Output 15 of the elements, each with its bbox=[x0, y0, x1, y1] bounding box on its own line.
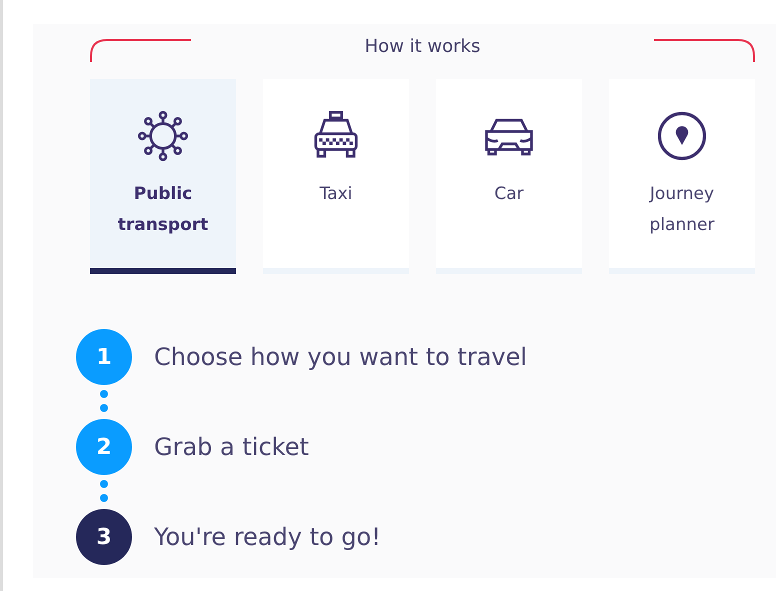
step-text: Grab a ticket bbox=[154, 433, 309, 461]
step-text: Choose how you want to travel bbox=[154, 343, 528, 371]
section-title: How it works bbox=[364, 36, 480, 57]
step-number: 2 bbox=[76, 419, 132, 475]
dotted-connector bbox=[99, 389, 109, 415]
step-text: You're ready to go! bbox=[154, 523, 381, 551]
travel-tab[interactable]: Public transport bbox=[90, 79, 236, 274]
dotted-connector bbox=[99, 479, 109, 505]
sun-icon bbox=[136, 109, 190, 163]
location-pin-icon bbox=[655, 109, 709, 163]
step-number: 1 bbox=[76, 329, 132, 385]
travel-tab[interactable]: Journey planner bbox=[609, 79, 755, 274]
travel-tab[interactable]: Car bbox=[436, 79, 582, 274]
step-number: 3 bbox=[76, 509, 132, 565]
travel-tab[interactable]: Taxi bbox=[263, 79, 409, 274]
